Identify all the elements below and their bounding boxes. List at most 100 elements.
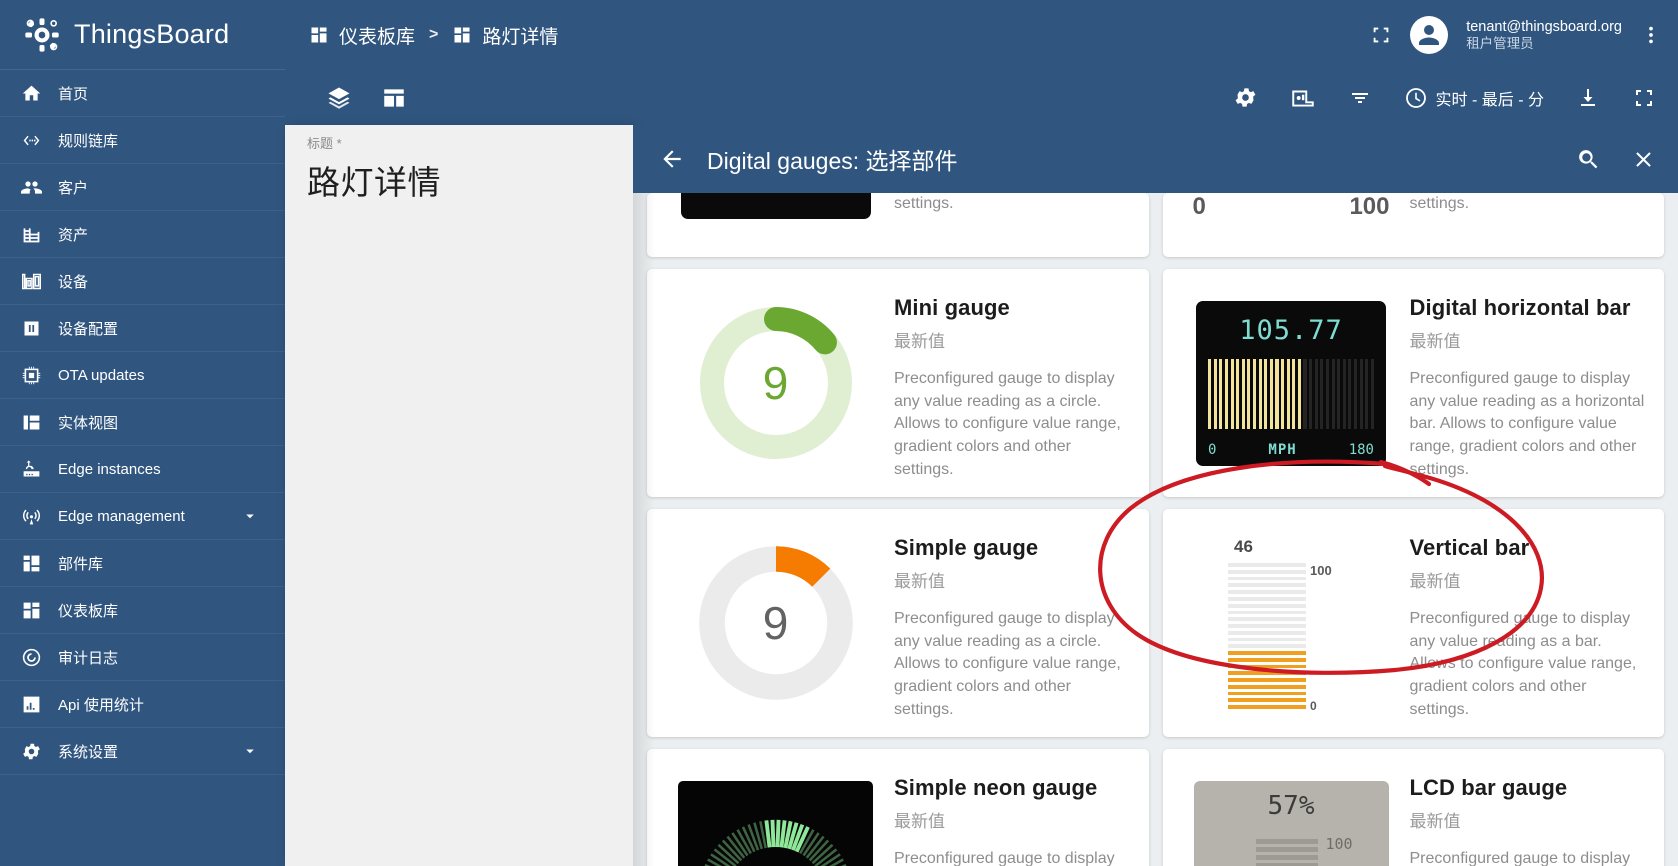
widget-preview <box>663 193 888 233</box>
widget-card-simple-neon-gauge[interactable]: 99.8 Simple neon gauge 最新值 Preconfigured… <box>647 749 1149 866</box>
time-window-selector[interactable]: 实时 - 最后 - 分 <box>1404 86 1544 110</box>
widget-info: Simple gauge 最新值 Preconfigured gauge to … <box>888 527 1133 722</box>
sidebar-item-dashboards[interactable]: 仪表板库 <box>0 587 285 634</box>
digital-bar-unit: MPH <box>1268 442 1296 458</box>
sidebar-item-system-settings[interactable]: 系统设置 <box>0 728 285 775</box>
sidebar-item-devices[interactable]: 设备 <box>0 258 285 305</box>
widget-preview: 9 <box>663 287 888 479</box>
widget-library-icon <box>20 552 42 574</box>
widget-description: Preconfigured gauge to display any value… <box>1410 368 1649 482</box>
dashboard-layout-icon[interactable] <box>381 85 407 111</box>
sidebar-item-label: Api 使用统计 <box>58 694 285 715</box>
simple-gauge-ring: 9 <box>696 543 856 703</box>
vertical-bar-preview: 46 100 0 <box>1206 533 1376 713</box>
user-info[interactable]: tenant@thingsboard.org 租户管理员 <box>1466 18 1622 53</box>
chevron-down-icon[interactable] <box>241 742 259 760</box>
dialog-actions <box>1576 147 1656 172</box>
more-vertical-icon[interactable] <box>1640 24 1662 46</box>
sidebar-item-api-usage[interactable]: Api 使用统计 <box>0 681 285 728</box>
widget-subtitle: 最新值 <box>894 327 1133 352</box>
download-icon[interactable] <box>1576 86 1600 110</box>
devices-icon[interactable] <box>1290 85 1316 111</box>
sidebar-item-entity-views[interactable]: 实体视图 <box>0 399 285 446</box>
close-icon[interactable] <box>1631 147 1656 172</box>
widget-card-lcd-bar-gauge[interactable]: 57% 100 LCD bar gauge 最新值 Preconfigured … <box>1163 749 1665 866</box>
sidebar-item-ota-updates[interactable]: OTA updates <box>0 352 285 399</box>
breadcrumb-item-dashboards[interactable]: 仪表板库 <box>339 22 415 49</box>
widget-card-list[interactable]: settings. 0 100 settings. <box>633 125 1678 866</box>
brand-name: ThingsBoard <box>74 19 229 50</box>
digital-bar-footer: 0 MPH 180 <box>1208 442 1374 458</box>
widget-card-vertical-bar[interactable]: 46 100 0 Vertical bar 最新值 Preconfigured … <box>1163 509 1665 737</box>
sidebar-item-label: 客户 <box>58 177 285 198</box>
mini-gauge-value: 9 <box>696 303 856 463</box>
devices-icon <box>20 270 42 292</box>
sidebar-item-home[interactable]: 首页 <box>0 70 285 117</box>
digital-bar-value: 105.77 <box>1208 315 1374 346</box>
widget-card[interactable]: 0 100 settings. <box>1163 193 1665 257</box>
brand[interactable]: ThingsBoard <box>0 0 285 70</box>
widget-info: Mini gauge 最新值 Preconfigured gauge to di… <box>888 287 1133 482</box>
sidebar-item-audit-logs[interactable]: 审计日志 <box>0 634 285 681</box>
neon-gauge-preview: 99.8 <box>678 781 873 866</box>
audit-log-icon <box>20 646 42 668</box>
layers-icon[interactable] <box>325 84 353 112</box>
sidebar-item-label: 仪表板库 <box>58 600 285 621</box>
sidebar-item-assets[interactable]: 资产 <box>0 211 285 258</box>
user-role: 租户管理员 <box>1466 36 1622 53</box>
widget-preview: 105.77 0 MPH 180 <box>1179 287 1404 479</box>
gear-icon[interactable] <box>1233 85 1258 110</box>
widget-description: Preconfigured gauge to display <box>1410 848 1649 866</box>
dashboard-toolbar-right: 实时 - 最后 - 分 <box>1233 85 1678 111</box>
widget-title: Mini gauge <box>894 295 1133 321</box>
widget-card[interactable]: settings. <box>647 193 1149 257</box>
dashboard-toolbar-left <box>285 84 407 112</box>
widget-info: Vertical bar 最新值 Preconfigured gauge to … <box>1404 527 1649 722</box>
widget-preview: 99.8 <box>663 767 888 866</box>
widget-description: Preconfigured gauge to display <box>894 848 1133 866</box>
widget-title: Simple neon gauge <box>894 775 1133 801</box>
lcd-gauge-value: 57% <box>1204 791 1379 821</box>
widget-info: Simple neon gauge 最新值 Preconfigured gaug… <box>888 767 1133 866</box>
breadcrumb: 仪表板库 > 路灯详情 <box>285 22 558 49</box>
widget-info: settings. <box>888 193 1133 216</box>
widget-selection-dialog: settings. 0 100 settings. <box>633 125 1678 866</box>
sidebar-item-widget-library[interactable]: 部件库 <box>0 540 285 587</box>
widget-subtitle: 最新值 <box>1410 807 1649 832</box>
breadcrumb-item-current-dashboard[interactable]: 路灯详情 <box>482 22 558 49</box>
fullscreen-icon[interactable] <box>1632 86 1656 110</box>
arrow-left-icon[interactable] <box>659 146 685 172</box>
edge-management-icon <box>20 505 42 527</box>
fullscreen-icon[interactable] <box>1370 24 1392 46</box>
chevron-down-icon[interactable] <box>241 507 259 525</box>
ota-updates-icon <box>20 364 42 386</box>
edge-instances-icon <box>20 458 42 480</box>
sidebar-item-edge-instances[interactable]: Edge instances <box>0 446 285 493</box>
entity-view-icon <box>20 411 42 433</box>
sidebar-item-device-profiles[interactable]: 设备配置 <box>0 305 285 352</box>
search-icon[interactable] <box>1576 147 1601 172</box>
dashboard-title-input[interactable]: 路灯详情 <box>285 152 633 204</box>
digital-bar-min: 0 <box>1208 442 1216 458</box>
assets-icon <box>20 223 42 245</box>
filter-icon[interactable] <box>1348 86 1372 110</box>
sidebar-item-edge-management[interactable]: Edge management <box>0 493 285 540</box>
digital-bar-max: 180 <box>1349 442 1374 458</box>
sidebar-item-rule-chains[interactable]: 规则链库 <box>0 117 285 164</box>
rule-chain-icon <box>20 129 42 151</box>
widget-card-row: 99.8 Simple neon gauge 最新值 Preconfigured… <box>647 749 1664 866</box>
widget-card-row: 9 Mini gauge 最新值 Preconfigured gauge to … <box>647 269 1664 497</box>
sidebar-item-customers[interactable]: 客户 <box>0 164 285 211</box>
settings-gear-icon <box>20 740 42 762</box>
widget-card-digital-horizontal-bar[interactable]: 105.77 0 MPH 180 Digital horizontal bar … <box>1163 269 1665 497</box>
top-bar: 仪表板库 > 路灯详情 tenant@thingsboard.org 租户管理员 <box>285 0 1678 70</box>
simple-gauge-value: 9 <box>696 543 856 703</box>
widget-subtitle: 最新值 <box>1410 567 1649 592</box>
dashboard-toolbar: 实时 - 最后 - 分 <box>285 70 1678 125</box>
widget-card-mini-gauge[interactable]: 9 Mini gauge 最新值 Preconfigured gauge to … <box>647 269 1149 497</box>
widget-card-simple-gauge[interactable]: 9 Simple gauge 最新值 Preconfigured gauge t… <box>647 509 1149 737</box>
dialog-title: Digital gauges: 选择部件 <box>707 142 958 176</box>
avatar[interactable] <box>1410 16 1448 54</box>
digital-bar-segments <box>1208 359 1374 429</box>
vertical-bar-max: 100 <box>1310 563 1332 578</box>
